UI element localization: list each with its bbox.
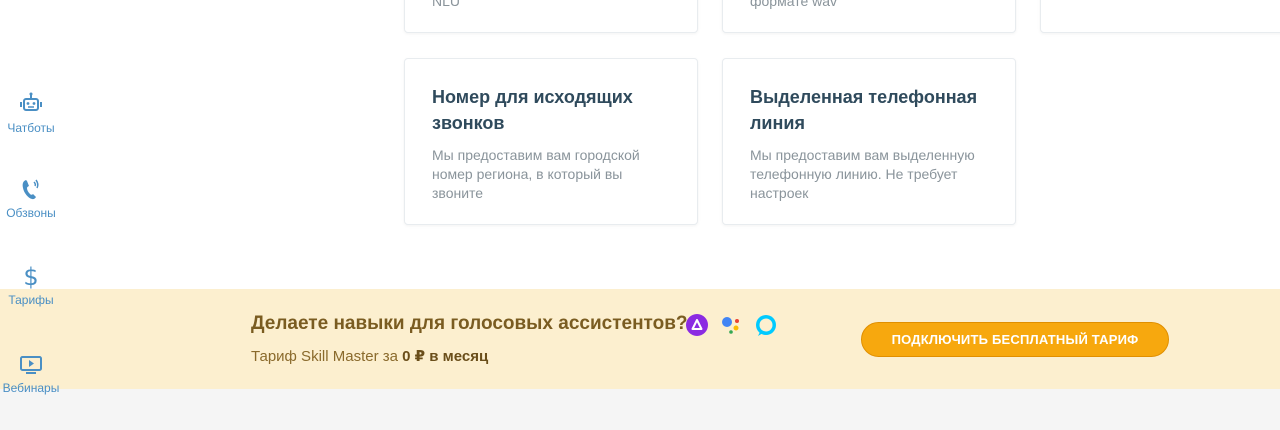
sidebar-item-label: Тарифы	[8, 293, 54, 307]
promo-banner: Делаете навыки для голосовых ассистентов…	[0, 289, 1280, 389]
google-assistant-icon	[722, 317, 739, 334]
banner-subtitle: Тариф Skill Master за 0 ₽ в месяц	[251, 347, 488, 365]
connect-free-tariff-button[interactable]: ПОДКЛЮЧИТЬ БЕСПЛАТНЫЙ ТАРИФ	[861, 322, 1169, 357]
svg-text:$: $	[23, 263, 38, 290]
sidebar-item-webinars[interactable]: Вебинары	[0, 350, 62, 395]
video-play-icon	[20, 356, 42, 374]
alexa-icon	[756, 315, 776, 336]
sidebar-item-label: Вебинары	[2, 381, 60, 395]
banner-title: Делаете навыки для голосовых ассистентов…	[251, 313, 688, 334]
feature-card-outgoing-number: Номер для исходящих звонков Мы предостав…	[404, 58, 698, 225]
card-title: Номер для исходящих звонков	[432, 87, 633, 133]
banner-subtitle-prefix: Тариф Skill Master за	[251, 348, 403, 365]
feature-card-wav: формате wav	[722, 0, 1016, 33]
banner-price: 0 ₽ в месяц	[402, 348, 489, 365]
sidebar-item-tariffs[interactable]: $ Тарифы	[0, 262, 62, 307]
sidebar-item-calls[interactable]: Обзвоны	[0, 175, 62, 220]
feature-card-nlu: NLU	[404, 0, 698, 33]
sidebar-item-label: Обзвоны	[6, 206, 56, 220]
card-text-fragment: NLU	[432, 0, 461, 9]
robot-icon	[20, 92, 42, 111]
card-description: Мы предоставим вам городской номер регио…	[432, 147, 640, 201]
card-title: Выделенная телефонная линия	[750, 87, 978, 133]
feature-card-dedicated-line: Выделенная телефонная линия Мы предостав…	[722, 58, 1016, 225]
page-footer-area	[0, 389, 1280, 430]
feature-card-partial	[1040, 0, 1280, 33]
sidebar-item-chatbots[interactable]: Чатботы	[0, 90, 62, 135]
alice-icon	[686, 314, 708, 336]
card-description: Мы предоставим вам выделенную телефонную…	[750, 147, 975, 201]
phone-call-icon	[22, 179, 39, 200]
sidebar-item-label: Чатботы	[7, 121, 55, 135]
dollar-icon: $	[23, 263, 38, 290]
card-text-fragment: формате wav	[750, 0, 838, 9]
